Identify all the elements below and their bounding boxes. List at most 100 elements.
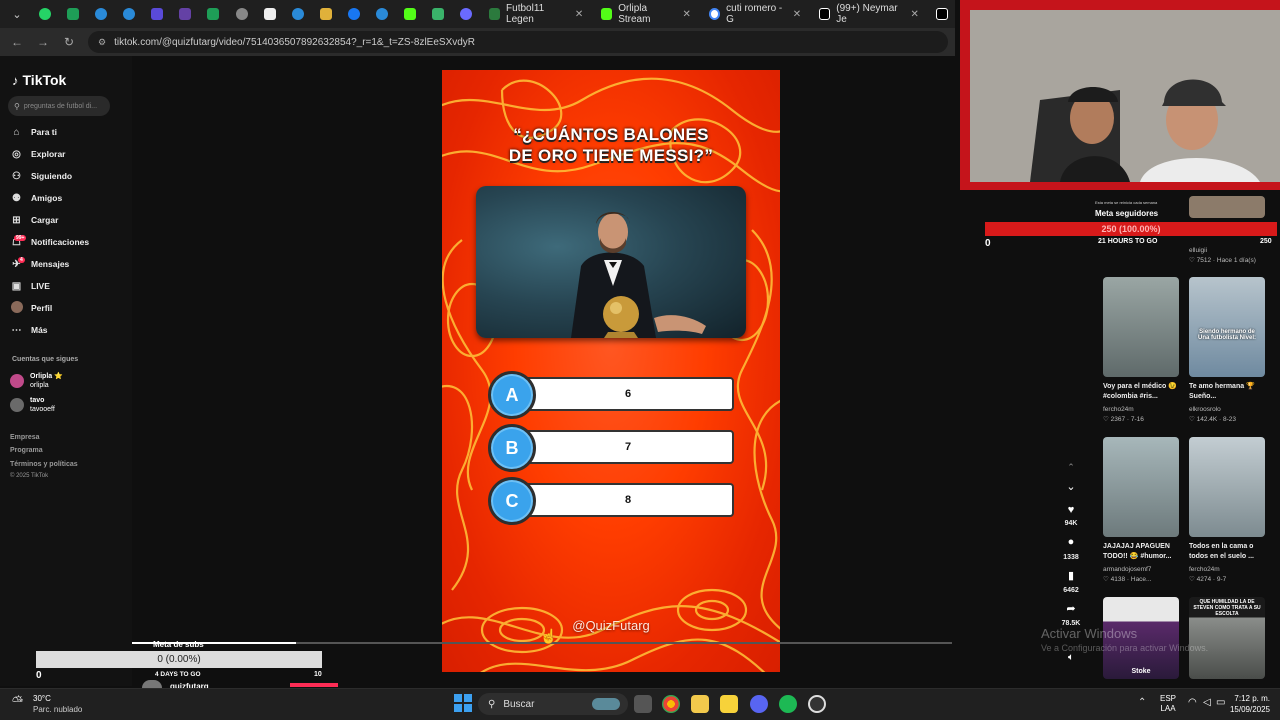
tab-tiktok-neymar[interactable]: (99+) Neymar Je ✕ <box>811 2 927 26</box>
close-icon[interactable]: ✕ <box>910 9 918 20</box>
recommendation-author[interactable]: fercho24m <box>1189 565 1269 575</box>
taskbar-search[interactable]: ⚲ Buscar <box>478 693 628 715</box>
pinned-tab-edge-3[interactable] <box>285 2 311 26</box>
tab-orlipla-stream[interactable]: Orlipla Stream ✕ <box>593 2 699 26</box>
recommendation-author[interactable]: armandojosemf7 <box>1103 565 1183 575</box>
live-icon: ▣ <box>11 280 22 292</box>
nav-item-mas[interactable]: ⋯ Más <box>10 320 125 340</box>
nav-label: Amigos <box>31 193 63 203</box>
taskbar-clock[interactable]: 7:12 p. m. 15/09/2025 <box>1226 693 1270 715</box>
language-indicator[interactable]: ESP LAA <box>1160 694 1176 714</box>
speaker-icon[interactable]: ◁ <box>1203 697 1211 708</box>
previous-video-icon[interactable]: ⌃ <box>1060 462 1082 473</box>
answer-bar-a[interactable]: 6 <box>522 377 734 411</box>
answer-bar-c[interactable]: 8 <box>522 483 734 517</box>
pinned-tab-twitch[interactable] <box>172 2 198 26</box>
bookmark-icon[interactable]: ▮ <box>1060 569 1082 582</box>
nav-item-cargar[interactable]: ⊞ Cargar <box>10 210 125 230</box>
chrome-icon[interactable] <box>662 695 680 713</box>
answer-bar-b[interactable]: 7 <box>522 430 734 464</box>
answer-letter-c[interactable]: C <box>488 477 536 525</box>
forward-arrow-icon[interactable]: → <box>36 35 50 49</box>
pinned-tab-folder[interactable] <box>313 2 339 26</box>
recommendation-author[interactable]: elluigii <box>1189 246 1269 256</box>
nav-item-perfil[interactable]: Perfil <box>10 298 125 318</box>
tiktok-logo[interactable]: ♪ TikTok <box>12 72 66 88</box>
footer-link-empresa[interactable]: Empresa <box>10 434 40 441</box>
footer-link-terminos[interactable]: Términos y políticas <box>10 461 78 468</box>
weather-widget[interactable]: 30°C Parc. nublado <box>33 693 82 715</box>
nav-item-live[interactable]: ▣ LIVE <box>10 276 125 296</box>
video-thumbnail[interactable]: QUE HUMILDAD LA DE STEVEN COMO TRATA A S… <box>1189 597 1265 679</box>
obs-icon[interactable] <box>808 695 826 713</box>
search-input[interactable]: ⚲ preguntas de futbol di... <box>8 96 110 116</box>
nav-item-amigos[interactable]: ⚉ Amigos <box>10 188 125 208</box>
nav-item-explorar[interactable]: ◎ Explorar <box>10 144 125 164</box>
close-icon[interactable]: ✕ <box>575 9 583 20</box>
pinned-tab-sheets[interactable] <box>60 2 86 26</box>
heart-icon[interactable]: ♥ <box>1060 504 1082 516</box>
discord-icon[interactable] <box>750 695 768 713</box>
weather-icon[interactable]: ⛅︎ <box>12 693 23 710</box>
close-icon[interactable]: ✕ <box>682 9 690 20</box>
tab-futbol11[interactable]: Futbol11 Legen ✕ <box>481 2 591 26</box>
pinned-tab-p[interactable] <box>257 2 283 26</box>
pinned-tab-edge-2[interactable] <box>116 2 142 26</box>
footer-link-programa[interactable]: Programa <box>10 447 43 454</box>
spotify-icon[interactable] <box>779 695 797 713</box>
nav-item-para-ti[interactable]: ⌂ Para ti <box>10 122 125 142</box>
recommendation-author[interactable]: elkroosrolo <box>1189 405 1269 415</box>
pinned-tab-whatsapp[interactable] <box>32 2 58 26</box>
site-info-icon[interactable]: ⚙ <box>98 37 106 48</box>
nav-item-siguiendo[interactable]: ⚇ Siguiendo <box>10 166 125 186</box>
pinned-tab-settings[interactable] <box>229 2 255 26</box>
video-thumbnail[interactable] <box>1103 277 1179 377</box>
video-player[interactable]: “¿CUÁNTOS BALONES DE ORO TIENE MESSI?” 6… <box>442 70 780 672</box>
pinned-tab-video[interactable] <box>144 2 170 26</box>
video-thumbnail[interactable] <box>1189 196 1265 218</box>
nav-item-mensajes[interactable]: ✈ 4 Mensajes <box>10 254 125 274</box>
battery-icon[interactable]: ▭ <box>1216 697 1225 708</box>
recommendation-caption[interactable]: Voy para el médico 😉 #colombia #ris... <box>1103 382 1183 402</box>
answer-letter-b[interactable]: B <box>488 424 536 472</box>
video-thumbnail[interactable] <box>1103 437 1179 537</box>
video-thumbnail[interactable]: Siendo hermano de Una futbolista Nivel: <box>1189 277 1265 377</box>
windows-start-icon[interactable] <box>454 694 472 712</box>
followed-account-tavo[interactable]: tavo tavooeff <box>10 396 55 414</box>
recommendation-caption[interactable]: Todos en la cama o todos en el suelo ... <box>1189 542 1269 562</box>
tab-list-chevron-icon[interactable]: ⌄ <box>4 2 30 26</box>
volume-icon[interactable]: 🔈︎ <box>1060 652 1082 663</box>
share-icon[interactable]: ➦ <box>1060 602 1082 615</box>
recommendation-caption[interactable]: JAJAJAJ APAGUEN TODO!! 😂 #humor... <box>1103 542 1183 562</box>
recommendation-caption[interactable]: Te amo hermana 🏆 Sueño... <box>1189 382 1269 402</box>
tab-google-search[interactable]: cuti romero - G ✕ <box>701 2 809 26</box>
next-video-icon[interactable]: ⌄ <box>1060 480 1082 493</box>
close-icon[interactable]: ✕ <box>793 9 801 20</box>
url-input[interactable]: ⚙ tiktok.com/@quizfutarg/video/751403650… <box>88 31 948 53</box>
comment-icon[interactable]: ● <box>1060 536 1082 548</box>
pinned-tab-facebook[interactable] <box>341 2 367 26</box>
task-view-icon[interactable] <box>634 695 652 713</box>
answer-letter-a[interactable]: A <box>488 371 536 419</box>
pinned-tab-green[interactable] <box>425 2 451 26</box>
nav-item-notificaciones[interactable]: ☖ 99+ Notificaciones <box>10 232 125 252</box>
pinned-tab-kick[interactable] <box>397 2 423 26</box>
pinned-tab-edge-4[interactable] <box>369 2 395 26</box>
avatar <box>142 680 162 688</box>
back-arrow-icon[interactable]: ← <box>10 35 24 49</box>
tab-tiktok-active[interactable] <box>929 2 955 26</box>
video-thumbnail[interactable] <box>1189 437 1265 537</box>
tab-label: Futbol11 Legen <box>506 3 545 25</box>
pinned-tab-sheets-2[interactable] <box>200 2 226 26</box>
pinned-tab-sync[interactable] <box>453 2 479 26</box>
sticky-notes-icon[interactable] <box>720 695 738 713</box>
pinned-tab-edge-1[interactable] <box>88 2 114 26</box>
tray-chevron-icon[interactable]: ⌃ <box>1138 697 1146 708</box>
recommendation-author[interactable]: fercho24m <box>1103 405 1183 415</box>
more-icon: ⋯ <box>11 324 22 336</box>
reload-icon[interactable]: ↻ <box>62 35 76 49</box>
answer-letter: C <box>505 490 519 511</box>
followed-account-orlipla[interactable]: Orlipla ⭐ orlipla <box>10 372 63 390</box>
file-explorer-icon[interactable] <box>691 695 709 713</box>
wifi-icon[interactable]: ◠ <box>1188 697 1197 708</box>
